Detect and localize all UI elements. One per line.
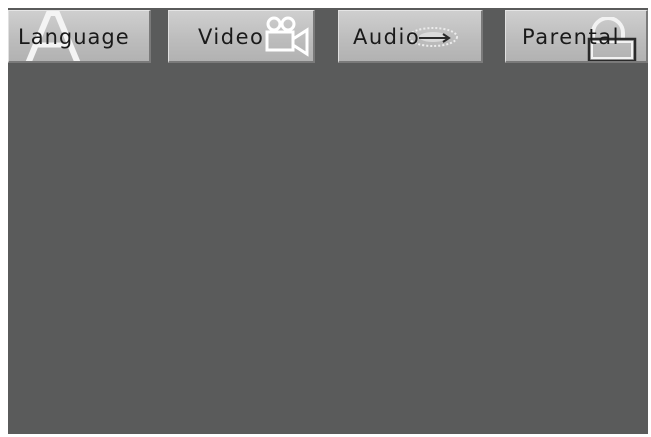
tab-video[interactable]: Video <box>168 10 315 63</box>
tab-parental-label: Parental <box>522 25 620 49</box>
video-camera-icon <box>263 15 311 61</box>
dvd-setup-screen: Language Video Audio Parental <box>0 0 651 437</box>
tab-parental[interactable]: Parental <box>505 10 648 63</box>
tab-language[interactable]: Language <box>8 10 151 63</box>
settings-panel <box>8 8 648 434</box>
tab-audio-label: Audio <box>353 25 421 49</box>
tab-language-label: Language <box>18 25 130 49</box>
setup-tab-bar: Language Video Audio Parental <box>8 8 648 68</box>
tab-video-label: Video <box>198 25 265 49</box>
tab-audio[interactable]: Audio <box>338 10 483 63</box>
